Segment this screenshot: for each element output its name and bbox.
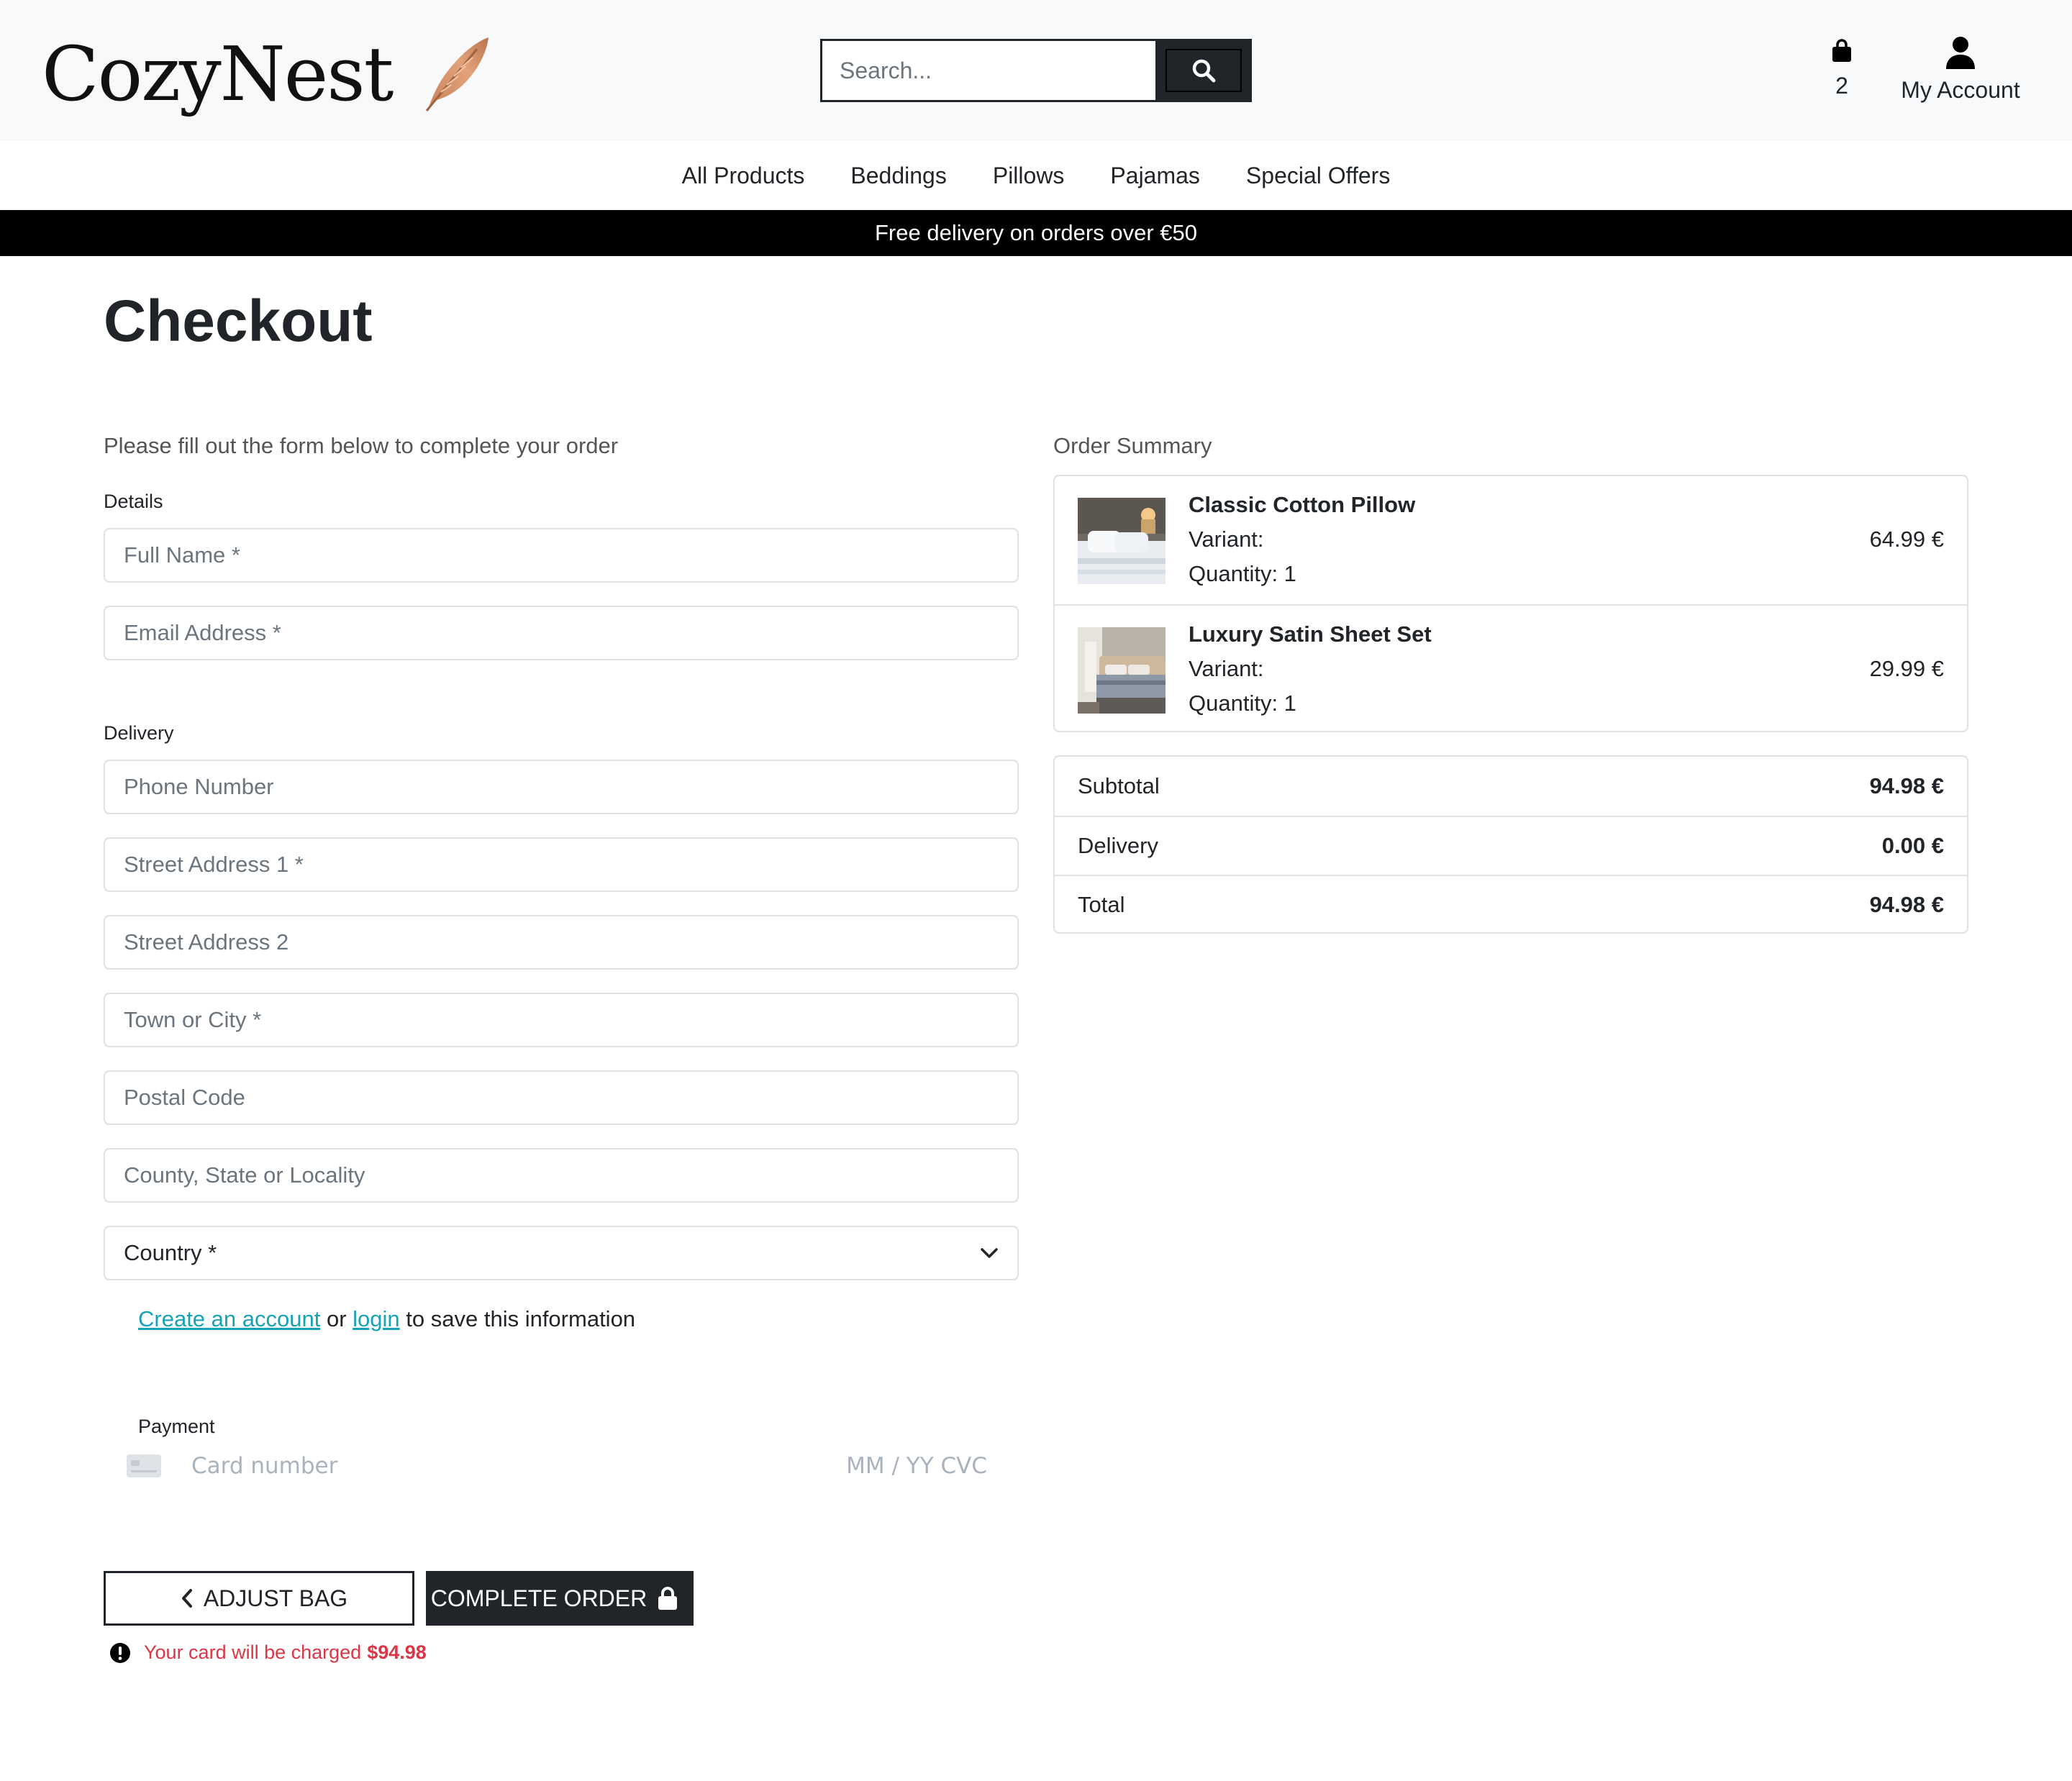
street-address-1-field[interactable]: [104, 837, 1019, 892]
item-price: 29.99 €: [1869, 656, 1944, 681]
user-icon: [1946, 37, 1975, 69]
card-expiry-cvc-input[interactable]: MM / YY CVC: [846, 1453, 987, 1479]
card-element[interactable]: Card number MM / YY CVC: [127, 1446, 987, 1486]
my-account[interactable]: My Account: [1892, 36, 2029, 104]
order-items: Classic Cotton Pillow Variant: Quantity:…: [1053, 475, 1968, 732]
search-bar: [820, 39, 1252, 102]
product-image-classic-cotton-pillow[interactable]: [1078, 498, 1166, 584]
chevron-left-icon: [181, 1589, 192, 1608]
country-select[interactable]: Country *: [104, 1226, 1019, 1280]
details-label: Details: [104, 491, 163, 512]
subtotal-row: Subtotal 94.98 €: [1055, 757, 1967, 816]
feather-icon: [426, 37, 489, 111]
item-quantity: Quantity: 1: [1189, 691, 1296, 716]
full-name-input[interactable]: [124, 542, 999, 568]
delivery-label: Delivery: [104, 722, 174, 744]
order-item: Classic Cotton Pillow Variant: Quantity:…: [1055, 476, 1967, 604]
subtotal-label: Subtotal: [1078, 773, 1160, 798]
payment-label: Payment: [138, 1416, 215, 1437]
item-name[interactable]: Classic Cotton Pillow: [1189, 492, 1415, 518]
order-summary-title: Order Summary: [1053, 433, 1212, 458]
save-info-text: to save this information: [406, 1306, 636, 1331]
brand-name[interactable]: CozyNest: [42, 30, 394, 118]
order-totals: Subtotal 94.98 € Delivery 0.00 € Total 9…: [1053, 755, 1968, 934]
item-price: 64.99 €: [1869, 527, 1944, 552]
complete-order-button[interactable]: COMPLETE ORDER: [426, 1571, 694, 1626]
search-button[interactable]: [1155, 39, 1252, 102]
nav-item-pillows[interactable]: Pillows: [993, 163, 1065, 189]
product-image-luxury-satin-sheet-set[interactable]: [1078, 627, 1166, 714]
logo[interactable]: CozyNest: [42, 27, 491, 121]
adjust-bag-button[interactable]: ADJUST BAG: [104, 1571, 414, 1626]
postal-code-input[interactable]: [124, 1085, 999, 1111]
complete-order-label: COMPLETE ORDER: [430, 1585, 648, 1611]
header: CozyNest Search... 2 My Account: [0, 0, 2072, 141]
item-name[interactable]: Luxury Satin Sheet Set: [1189, 621, 1432, 647]
or-text: or: [326, 1306, 347, 1331]
bag-count: 2: [1835, 73, 1848, 99]
email-input[interactable]: [124, 620, 999, 646]
account-label: My Account: [1901, 77, 2020, 103]
main-nav: All Products Beddings Pillows Pajamas Sp…: [0, 141, 2072, 210]
county-input[interactable]: [124, 1162, 999, 1188]
form-intro: Please fill out the form below to comple…: [104, 433, 619, 458]
street-address-1-input[interactable]: [124, 852, 999, 878]
login-link[interactable]: login: [353, 1306, 400, 1331]
save-info-note: Create an account or login to save this …: [138, 1306, 635, 1332]
bag-icon: [1832, 39, 1851, 62]
chevron-down-icon: [981, 1248, 998, 1258]
country-select-value: Country *: [124, 1240, 217, 1265]
town-city-field[interactable]: [104, 993, 1019, 1047]
credit-card-icon: [127, 1454, 161, 1477]
delivery-row: Delivery 0.00 €: [1055, 816, 1967, 875]
total-value: 94.98 €: [1869, 892, 1944, 917]
nav-item-beddings[interactable]: Beddings: [850, 163, 946, 189]
phone-input[interactable]: [124, 774, 999, 800]
search-button-frame: [1166, 49, 1242, 92]
delivery-banner: Free delivery on orders over €50: [0, 210, 2072, 256]
search-input[interactable]: [820, 39, 1155, 102]
nav-item-all-products[interactable]: All Products: [682, 163, 805, 189]
delivery-cost-label: Delivery: [1078, 833, 1158, 858]
postal-code-field[interactable]: [104, 1070, 1019, 1125]
town-city-input[interactable]: [124, 1007, 999, 1033]
search-icon: [1192, 59, 1216, 83]
lock-icon: [658, 1587, 678, 1610]
order-item: Luxury Satin Sheet Set Variant: Quantity…: [1055, 604, 1967, 732]
phone-field[interactable]: [104, 760, 1019, 814]
page-title: Checkout: [104, 288, 373, 354]
email-field[interactable]: [104, 606, 1019, 660]
adjust-bag-label: ADJUST BAG: [203, 1585, 348, 1611]
item-quantity: Quantity: 1: [1189, 561, 1296, 586]
shopping-bag[interactable]: 2: [1813, 39, 1871, 99]
county-field[interactable]: [104, 1148, 1019, 1203]
total-label: Total: [1078, 892, 1125, 917]
banner-text: Free delivery on orders over €50: [874, 220, 1197, 245]
charge-amount: $94.98: [367, 1641, 427, 1663]
nav-item-special-offers[interactable]: Special Offers: [1246, 163, 1390, 189]
item-variant: Variant:: [1189, 656, 1264, 681]
card-number-input[interactable]: Card number: [191, 1453, 337, 1479]
create-account-link[interactable]: Create an account: [138, 1306, 320, 1331]
item-variant: Variant:: [1189, 527, 1264, 552]
delivery-cost-value: 0.00 €: [1881, 833, 1944, 858]
street-address-2-input[interactable]: [124, 929, 999, 955]
full-name-field[interactable]: [104, 528, 1019, 583]
street-address-2-field[interactable]: [104, 915, 1019, 970]
subtotal-value: 94.98 €: [1869, 773, 1944, 798]
charge-text: Your card will be charged: [144, 1641, 362, 1663]
nav-item-pajamas[interactable]: Pajamas: [1110, 163, 1200, 189]
charge-notice: Your card will be charged $94.98: [109, 1641, 427, 1664]
total-row: Total 94.98 €: [1055, 875, 1967, 934]
exclamation-circle-icon: [110, 1642, 130, 1663]
